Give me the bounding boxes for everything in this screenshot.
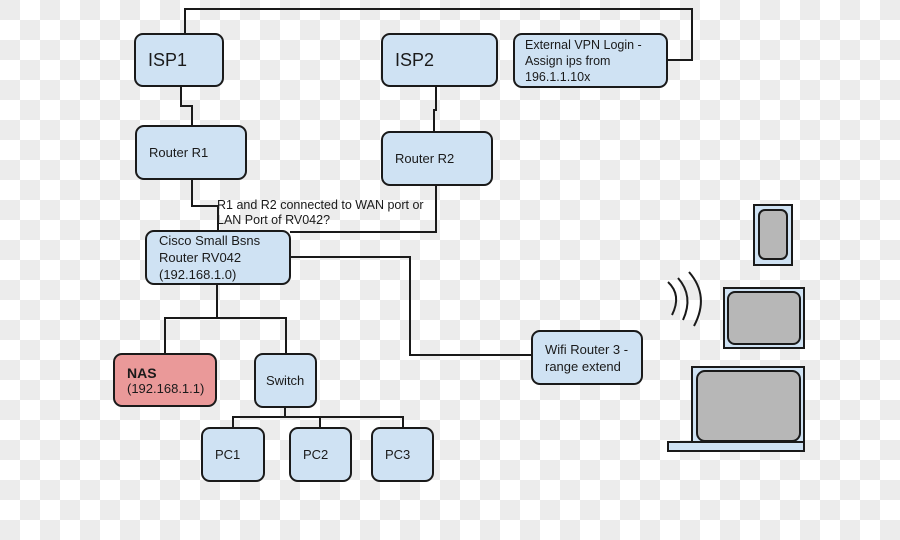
edge-rv042-wifi-router3 <box>290 256 532 356</box>
pc2-node[interactable]: PC2 <box>289 427 352 482</box>
pc1-label: PC1 <box>215 447 241 462</box>
edge-isp1-router-r1 <box>180 87 193 126</box>
switch-node[interactable]: Switch <box>254 353 317 408</box>
switch-label: Switch <box>266 373 305 388</box>
pc3-label: PC3 <box>385 447 411 462</box>
router-r2-node[interactable]: Router R2 <box>381 131 493 186</box>
nas-ip: (192.168.1.1) <box>127 380 205 396</box>
router-r1-label: Router R1 <box>149 145 209 160</box>
wifi-router3-label: Wifi Router 3 - range extend <box>545 341 629 374</box>
rv042-node[interactable]: Cisco Small Bsns Router RV042 (192.168.1… <box>145 230 291 285</box>
vpn-node[interactable]: External VPN Login - Assign ips from 196… <box>513 33 668 88</box>
isp2-label: ISP2 <box>395 49 435 70</box>
isp1-node[interactable]: ISP1 <box>134 33 224 87</box>
isp2-node[interactable]: ISP2 <box>381 33 498 87</box>
pc3-node[interactable]: PC3 <box>371 427 434 482</box>
tablet-icon <box>723 287 805 349</box>
router-r1-node[interactable]: Router R1 <box>135 125 247 180</box>
nas-title: NAS <box>127 364 157 381</box>
laptop-icon <box>667 366 805 452</box>
edge-rv042-nas <box>164 317 287 354</box>
edge-isp2-router-r2 <box>433 87 437 132</box>
rv042-label: Cisco Small Bsns Router RV042 (192.168.1… <box>159 233 261 282</box>
wifi-router3-node[interactable]: Wifi Router 3 - range extend <box>531 330 643 385</box>
isp1-label: ISP1 <box>148 49 188 70</box>
pc1-node[interactable]: PC1 <box>201 427 265 482</box>
wan-lan-question-annotation: R1 and R2 connected to WAN port or LAN P… <box>217 198 424 227</box>
nas-node[interactable]: NAS (192.168.1.1) <box>113 353 217 407</box>
wireless-signal-icon <box>667 271 702 327</box>
edge-router-r1-rv042 <box>191 180 219 232</box>
pc2-label: PC2 <box>303 447 329 462</box>
phone-icon <box>753 204 793 266</box>
router-r2-label: Router R2 <box>395 151 455 166</box>
vpn-label: External VPN Login - Assign ips from 196… <box>525 37 642 84</box>
